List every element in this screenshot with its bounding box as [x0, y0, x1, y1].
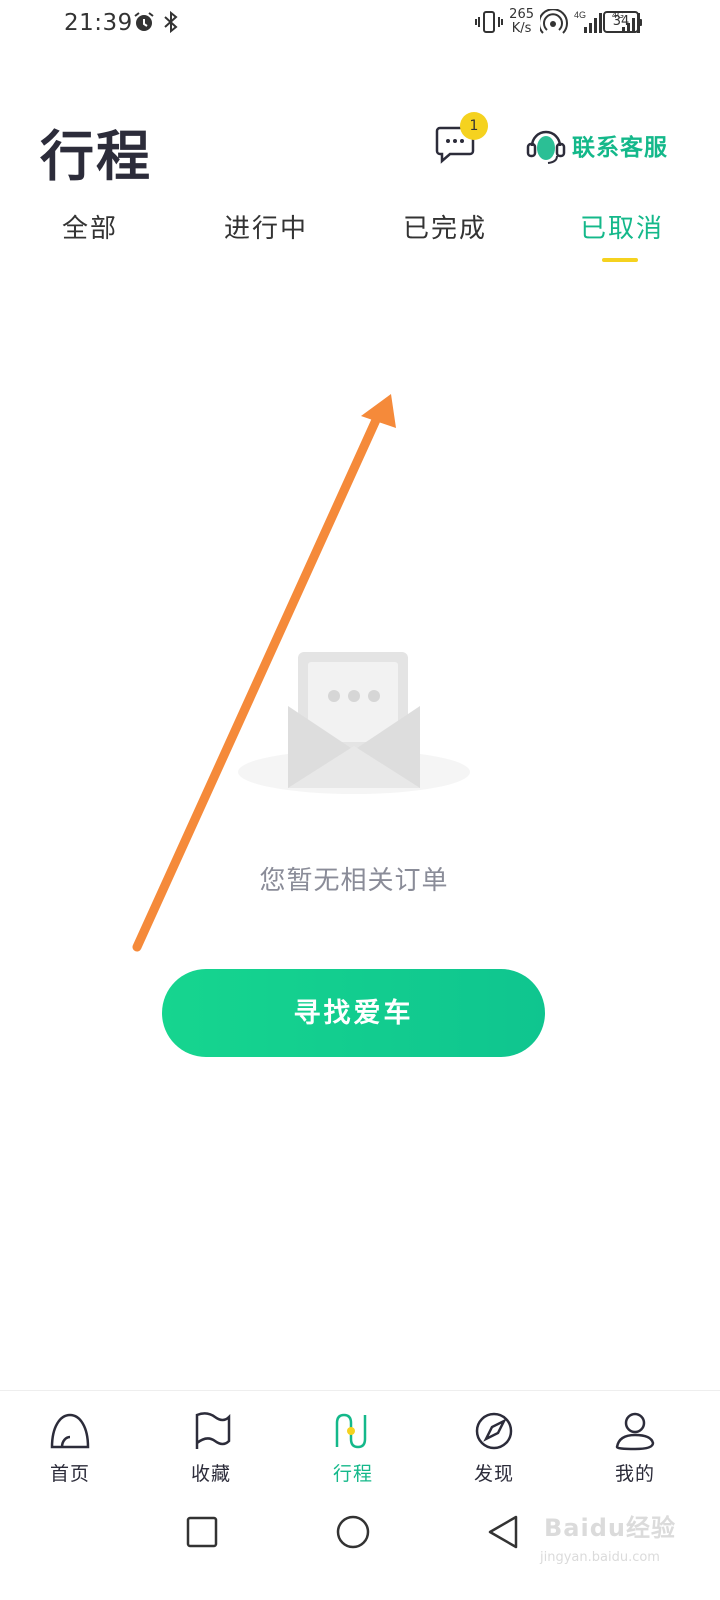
status-bar: 21:39 265 K/s 4G 4G 34 [0, 0, 720, 48]
nav-item-home[interactable]: 首页 [30, 1409, 110, 1486]
home-icon [50, 1413, 90, 1449]
tab-cancelled[interactable]: 已取消 [580, 208, 664, 245]
find-car-button[interactable]: 寻找爱车 [162, 969, 545, 1057]
nav-item-favorites[interactable]: 收藏 [171, 1409, 251, 1486]
svg-text:4G: 4G [574, 10, 586, 20]
nav-item-discover[interactable]: 发现 [454, 1409, 534, 1486]
bluetooth-icon [164, 10, 178, 34]
tab-all[interactable]: 全部 [62, 208, 118, 245]
tab-active-indicator [602, 258, 638, 262]
home-circle-icon[interactable] [333, 1512, 373, 1552]
netspeed-value: 265 [509, 7, 534, 22]
nav-label: 行程 [332, 1463, 373, 1485]
empty-state-text: 您暂无相关订单 [259, 866, 449, 896]
message-badge: 1 [460, 112, 488, 140]
page-title: 行程 [40, 124, 152, 188]
nav-item-profile[interactable]: 我的 [595, 1409, 675, 1486]
nav-label: 首页 [49, 1463, 90, 1485]
watermark: Baidu经验 jingyan.baidu.com [540, 1492, 700, 1592]
tab-completed[interactable]: 已完成 [403, 208, 487, 245]
bottom-nav: 首页 收藏 行程 发现 我的 [0, 1390, 720, 1500]
compass-icon [475, 1412, 513, 1450]
hotspot-icon [540, 9, 568, 34]
watermark-sub: jingyan.baidu.com [540, 1550, 660, 1565]
back-triangle-icon[interactable] [484, 1512, 524, 1552]
alarm-icon [134, 12, 154, 31]
battery-icon: 34 [603, 11, 642, 33]
vibrate-icon [475, 11, 504, 33]
trip-icon [335, 1413, 367, 1449]
headset-icon [526, 130, 566, 164]
netspeed-unit: K/s [511, 21, 532, 36]
empty-envelope-icon [238, 652, 470, 794]
status-left-icons [132, 10, 180, 34]
flag-icon [195, 1412, 231, 1449]
nav-item-trips[interactable]: 行程 [313, 1409, 393, 1486]
nav-label: 收藏 [190, 1463, 231, 1485]
tab-in-progress[interactable]: 进行中 [224, 208, 308, 245]
status-time: 21:39 [64, 10, 133, 36]
profile-icon [615, 1412, 655, 1451]
netspeed: 265 K/s [509, 8, 534, 36]
nav-label: 我的 [614, 1463, 655, 1485]
signal-4g-icon: 4G [574, 10, 602, 33]
watermark-text: Baidu经验 [544, 1514, 676, 1542]
contact-support-button[interactable]: 联系客服 [524, 124, 668, 166]
support-label: 联系客服 [572, 135, 668, 161]
recents-square-icon[interactable] [182, 1512, 222, 1552]
nav-label: 发现 [473, 1463, 514, 1485]
